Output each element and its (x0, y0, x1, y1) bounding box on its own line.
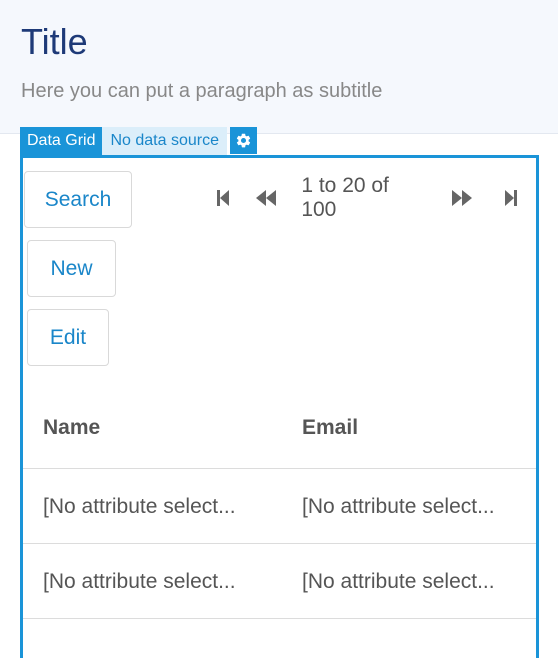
data-grid-tab[interactable]: Data Grid (20, 127, 103, 155)
page-title: Title (21, 21, 88, 62)
widget-tab-strip: Data Grid No data source (20, 127, 257, 155)
table-row-divider (23, 543, 536, 544)
search-button[interactable]: Search (24, 171, 132, 228)
next-page-icon (451, 190, 472, 206)
next-page-button[interactable] (437, 180, 487, 216)
data-grid: Search New Edit 1 to 20 of 100 Name Emai… (20, 155, 539, 658)
table-row-divider (23, 468, 536, 469)
last-page-button[interactable] (486, 180, 536, 216)
previous-page-button[interactable] (238, 180, 294, 216)
table-cell-name: [No attribute select... (43, 495, 236, 518)
settings-button[interactable] (229, 127, 257, 154)
column-header-email[interactable]: Email (302, 416, 358, 440)
table-cell-name: [No attribute select... (43, 570, 236, 593)
pagination-range: 1 to 20 of 100 (301, 174, 389, 221)
first-page-button[interactable] (208, 180, 238, 216)
no-data-source-tab[interactable]: No data source (102, 127, 227, 155)
previous-page-icon (255, 190, 276, 206)
table-row-divider (23, 618, 536, 619)
column-header-name[interactable]: Name (43, 416, 100, 440)
edit-button[interactable]: Edit (27, 309, 109, 366)
new-button[interactable]: New (27, 240, 116, 297)
page-subtitle: Here you can put a paragraph as subtitle (21, 80, 383, 102)
table-cell-email: [No attribute select... (302, 495, 495, 518)
page-header: Title Here you can put a paragraph as su… (0, 0, 558, 134)
first-page-icon (216, 190, 229, 206)
last-page-icon (505, 190, 518, 206)
table-cell-email: [No attribute select... (302, 570, 495, 593)
pagination: 1 to 20 of 100 (208, 174, 536, 221)
gear-icon (236, 133, 251, 148)
